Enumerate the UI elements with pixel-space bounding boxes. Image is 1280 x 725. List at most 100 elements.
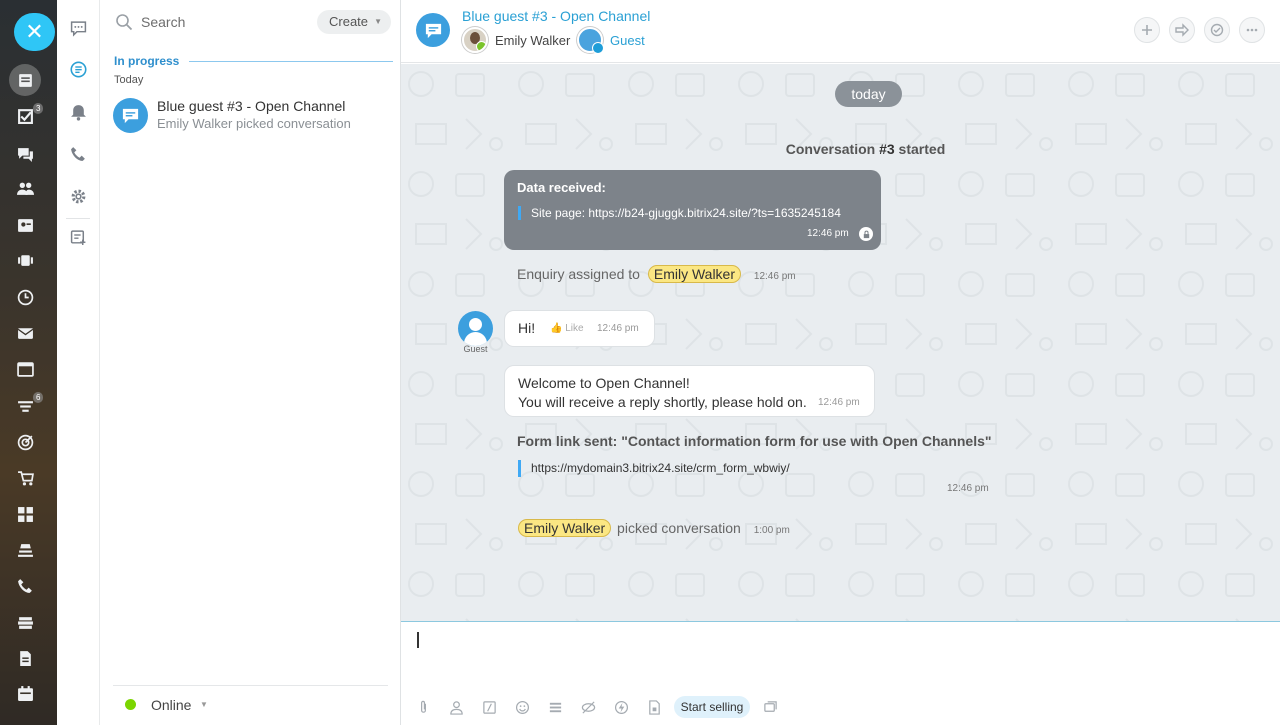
chat-header: Blue guest #3 - Open Channel Emily Walke… <box>401 0 1280 63</box>
conversation-number[interactable]: #3 <box>879 141 895 157</box>
new-chat-icon[interactable] <box>68 227 88 247</box>
date-divider: today <box>835 81 902 107</box>
start-selling-button[interactable]: Start selling <box>674 696 750 718</box>
data-received-title: Data received: <box>517 180 606 195</box>
contacts-icon[interactable] <box>14 214 36 236</box>
enquiry-assigned-message: Enquiry assigned to Emily Walker 12:46 p… <box>517 265 796 283</box>
guest-avatar[interactable] <box>577 27 604 54</box>
data-received-message: Data received: Site page: https://b24-gj… <box>504 170 881 250</box>
more-button[interactable] <box>1239 17 1265 43</box>
picked-conversation-message: Emily Walker picked conversation 1:00 pm <box>518 519 790 537</box>
user-mention[interactable]: Emily Walker <box>518 519 612 537</box>
finish-button[interactable] <box>1204 17 1230 43</box>
open-channel-avatar <box>113 98 148 133</box>
open-lines-icon[interactable] <box>68 59 88 79</box>
filter-counter: 6 <box>33 392 44 403</box>
chat-item-subtitle: Emily Walker picked conversation <box>157 116 351 131</box>
hide-icon[interactable] <box>579 698 597 716</box>
guest-message-avatar[interactable] <box>458 311 493 346</box>
message-area[interactable]: today Conversation #3 started Data recei… <box>401 64 1280 621</box>
quote-bar <box>518 206 521 220</box>
conversation-suffix: started <box>894 141 946 157</box>
close-button[interactable]: ✕ <box>14 13 55 51</box>
message-composer: Start selling <box>401 621 1280 725</box>
site-page-line[interactable]: Site page: https://b24-gjuggk.bitrix24.s… <box>531 206 841 220</box>
status-selector[interactable]: Online <box>151 697 191 713</box>
lightning-icon[interactable] <box>612 698 630 716</box>
time-icon[interactable] <box>14 286 36 308</box>
recent-chats-panel: Create ▼ In progress Today Blue guest #3… <box>101 0 401 725</box>
online-status-icon[interactable] <box>125 699 136 710</box>
quote-bar <box>518 460 521 477</box>
message-time: 12:46 pm <box>597 323 639 334</box>
smile-icon[interactable] <box>513 698 531 716</box>
copy-icon[interactable] <box>761 698 779 716</box>
status-divider <box>113 685 388 686</box>
list-item[interactable]: Blue guest #3 - Open Channel Emily Walke… <box>101 92 400 140</box>
marketing-icon[interactable] <box>14 431 36 453</box>
search-icon <box>116 14 133 31</box>
apps-icon[interactable] <box>14 503 36 525</box>
like-button[interactable]: 👍 Like <box>550 323 584 334</box>
message-time: 1:00 pm <box>753 525 790 536</box>
welcome-message[interactable]: Welcome to Open Channel! You will receiv… <box>504 365 875 417</box>
form-icon[interactable] <box>546 698 564 716</box>
transfer-button[interactable] <box>1169 17 1195 43</box>
message-time: 12:46 pm <box>753 271 796 282</box>
feed-icon[interactable] <box>9 64 41 96</box>
left-navigation-rail: ✕ 3 6 <box>0 0 57 725</box>
conversation-started-message: Conversation #3 started <box>401 141 1280 157</box>
create-button[interactable]: Create ▼ <box>317 10 391 34</box>
notifications-icon[interactable] <box>68 102 88 122</box>
welcome-line-2: You will receive a reply shortly, please… <box>518 394 807 410</box>
message-time: 12:46 pm <box>818 397 860 408</box>
chats-icon[interactable] <box>68 18 88 38</box>
picked-text: picked conversation <box>617 520 741 536</box>
calls-icon[interactable] <box>68 144 88 164</box>
chevron-down-icon[interactable]: ▼ <box>200 700 208 709</box>
chat-avatar[interactable] <box>416 13 450 47</box>
conversation-prefix: Conversation <box>785 141 880 157</box>
chat-icon[interactable] <box>14 143 36 165</box>
finish-icon <box>1210 23 1224 37</box>
guest-name[interactable]: Guest <box>610 33 645 48</box>
inventory-icon[interactable] <box>14 611 36 633</box>
create-button-label: Create <box>329 14 369 29</box>
plus-icon <box>1142 25 1152 35</box>
message-time: 12:46 pm <box>807 228 849 239</box>
operator-status-badge <box>476 41 486 51</box>
text-cursor <box>417 632 419 648</box>
calendar-icon[interactable] <box>14 682 36 704</box>
add-user-button[interactable] <box>1134 17 1160 43</box>
lock-icon <box>859 227 873 241</box>
chat-title[interactable]: Blue guest #3 - Open Channel <box>462 8 650 24</box>
attach-icon[interactable] <box>414 698 432 716</box>
user-icon <box>469 318 482 331</box>
message-input[interactable] <box>423 628 1253 656</box>
chevron-down-icon: ▼ <box>374 17 382 26</box>
welcome-line-1: Welcome to Open Channel! <box>518 375 690 391</box>
cart-icon[interactable] <box>14 467 36 489</box>
assigned-text: Enquiry assigned to <box>517 266 640 282</box>
phone-icon[interactable] <box>14 575 36 597</box>
form-link[interactable]: https://mydomain3.bitrix24.site/crm_form… <box>531 461 790 475</box>
sites-icon[interactable] <box>14 358 36 380</box>
video-icon[interactable] <box>14 249 36 271</box>
operator-name[interactable]: Emily Walker <box>495 33 570 48</box>
search-input[interactable] <box>141 10 311 34</box>
settings-icon[interactable] <box>68 186 88 206</box>
document-icon[interactable] <box>14 647 36 669</box>
chat-window: Blue guest #3 - Open Channel Emily Walke… <box>401 0 1280 725</box>
store-icon[interactable] <box>14 539 36 561</box>
message-time: 12:46 pm <box>947 483 989 494</box>
guest-message[interactable]: Hi! 👍 Like 12:46 pm <box>504 310 655 347</box>
file-icon[interactable] <box>645 698 663 716</box>
workgroups-icon[interactable] <box>14 177 36 199</box>
user-mention[interactable]: Emily Walker <box>647 265 742 283</box>
user-icon[interactable] <box>447 698 465 716</box>
chat-item-title: Blue guest #3 - Open Channel <box>157 98 346 114</box>
messenger-secondary-rail <box>57 0 100 725</box>
quick-answer-icon[interactable] <box>480 698 498 716</box>
operator-avatar[interactable] <box>462 27 488 53</box>
mail-icon[interactable] <box>14 322 36 344</box>
